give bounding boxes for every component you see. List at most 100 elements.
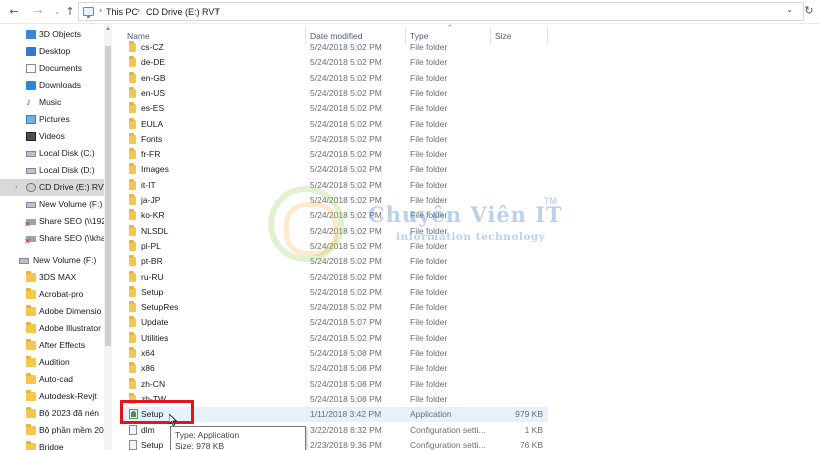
nav-item-local-disk-c[interactable]: Local Disk (C:) <box>0 145 104 162</box>
file-date-modified: 5/24/2018 5:02 PM <box>310 240 382 251</box>
file-type: File folder <box>410 363 448 374</box>
folder-icon <box>26 288 36 299</box>
file-date-modified: 5/24/2018 5:02 PM <box>310 225 382 236</box>
nav-item-folder[interactable]: Adobe Illustrator <box>0 320 104 337</box>
nav-item-local-disk-d[interactable]: Local Disk (D:) <box>0 162 104 179</box>
file-row[interactable]: ja-JP 5/24/2018 5:02 PM File folder <box>120 193 548 208</box>
file-row[interactable]: ko-KR 5/24/2018 5:02 PM File folder <box>120 208 548 223</box>
folder-icon <box>129 71 136 83</box>
file-date-modified: 5/24/2018 5:07 PM <box>310 317 382 328</box>
chevron-right-icon[interactable]: › <box>99 6 102 15</box>
file-row[interactable]: pl-PL 5/24/2018 5:02 PM File folder <box>120 239 548 254</box>
this-pc-icon <box>83 7 94 18</box>
file-type: Application <box>410 409 452 420</box>
nav-item-music[interactable]: ♪ Music <box>0 94 104 111</box>
nav-item-label: 3DS MAX <box>39 272 77 282</box>
folder-icon <box>129 209 136 221</box>
breadcrumb-this-pc[interactable]: This PC <box>106 7 138 17</box>
nav-item-share-seo-192[interactable]: Share SEO (\\192 <box>0 213 104 230</box>
nav-item-label: Videos <box>39 131 65 141</box>
file-row[interactable]: it-IT 5/24/2018 5:02 PM File folder <box>120 178 548 193</box>
file-date-modified: 5/24/2018 5:02 PM <box>310 332 382 343</box>
file-name: Fonts <box>141 133 163 144</box>
chevron-right-icon[interactable]: › <box>137 6 140 15</box>
file-name: Images <box>141 164 169 175</box>
nav-item-cd-drive-e[interactable]: › CD Drive (E:) RVT <box>0 179 104 196</box>
nav-item-folder[interactable]: Audition <box>0 354 104 371</box>
file-row[interactable]: Images 5/24/2018 5:02 PM File folder <box>120 162 548 177</box>
nav-scrollbar[interactable]: ▲ <box>104 24 112 450</box>
nav-item-folder[interactable]: Bộ phần mềm 20 <box>0 422 104 439</box>
file-row[interactable]: Update 5/24/2018 5:07 PM File folder <box>120 315 548 330</box>
forward-arrow-icon[interactable]: → <box>31 4 45 20</box>
file-name: fr-FR <box>141 149 161 160</box>
file-name: cs-CZ <box>141 42 164 52</box>
file-date-modified: 5/24/2018 5:02 PM <box>310 57 382 68</box>
network-drive-icon <box>24 233 36 247</box>
file-row[interactable]: x64 5/24/2018 5:08 PM File folder <box>120 346 548 361</box>
file-row[interactable]: es-ES 5/24/2018 5:02 PM File folder <box>120 101 548 116</box>
file-date-modified: 5/24/2018 5:02 PM <box>310 256 382 267</box>
nav-item-folder[interactable]: Bộ 2023 đã nén <box>0 405 104 422</box>
file-row[interactable]: pt-BR 5/24/2018 5:02 PM File folder <box>120 254 548 269</box>
file-row[interactable]: zh-TW 5/24/2018 5:08 PM File folder <box>120 392 548 407</box>
nav-item-folder[interactable]: Autodesk-Revjt <box>0 388 104 405</box>
nav-item-share-seo-kha[interactable]: Share SEO (\\kha <box>0 230 104 247</box>
expand-chevron-icon[interactable]: › <box>15 179 18 196</box>
file-row[interactable]: zh-CN 5/24/2018 5:08 PM File folder <box>120 377 548 392</box>
folder-icon <box>129 117 136 129</box>
nav-item-3d-objects[interactable]: 3D Objects <box>0 26 104 43</box>
file-row[interactable]: fr-FR 5/24/2018 5:02 PM File folder <box>120 147 548 162</box>
nav-item-pictures[interactable]: Pictures <box>0 111 104 128</box>
file-date-modified: 5/24/2018 5:08 PM <box>310 348 382 358</box>
nav-item-folder[interactable]: After Effects <box>0 337 104 354</box>
file-date-modified: 5/24/2018 5:02 PM <box>310 72 382 83</box>
breadcrumb-cd-drive[interactable]: CD Drive (E:) RVT <box>146 7 220 17</box>
file-date-modified: 5/24/2018 5:02 PM <box>310 210 382 221</box>
nav-item-label: Audition <box>39 357 70 367</box>
nav-item-folder[interactable]: Acrobat-pro <box>0 286 104 303</box>
file-row[interactable]: de-DE 5/24/2018 5:02 PM File folder <box>120 55 548 70</box>
file-row[interactable]: en-US 5/24/2018 5:02 PM File folder <box>120 86 548 101</box>
back-arrow-icon[interactable]: ← <box>7 4 21 20</box>
path-box[interactable]: › This PC › CD Drive (E:) RVT › ⌄ <box>78 2 804 21</box>
documents-icon <box>26 64 36 73</box>
navigation-pane: 3D Objects Desktop Documents Downloads ♪… <box>0 24 112 450</box>
file-row[interactable]: Utilities 5/24/2018 5:02 PM File folder <box>120 331 548 346</box>
address-dropdown-icon[interactable]: ⌄ <box>786 5 793 14</box>
nav-item-folder[interactable]: 3DS MAX <box>0 269 104 286</box>
folder-icon <box>26 407 36 418</box>
scroll-up-icon[interactable]: ▲ <box>105 26 111 32</box>
videos-icon <box>26 132 36 141</box>
file-row[interactable]: Setup 5/24/2018 5:02 PM File folder <box>120 285 548 300</box>
nav-item-folder[interactable]: Bridge <box>0 439 104 450</box>
network-drive-icon <box>24 216 36 230</box>
file-row[interactable]: ru-RU 5/24/2018 5:02 PM File folder <box>120 270 548 285</box>
up-arrow-icon[interactable]: ↑ <box>63 4 77 20</box>
file-row[interactable]: x86 5/24/2018 5:08 PM File folder <box>120 361 548 376</box>
nav-item-videos[interactable]: Videos <box>0 128 104 145</box>
nav-item-new-volume-f[interactable]: New Volume (F:) <box>0 196 104 213</box>
refresh-icon[interactable]: ↻ <box>802 3 816 19</box>
drive-icon <box>26 168 36 174</box>
nav-item-label: Bridge <box>39 442 64 450</box>
file-row[interactable]: NLSDL 5/24/2018 5:02 PM File folder <box>120 224 548 239</box>
file-row[interactable]: SetupRes 5/24/2018 5:02 PM File folder <box>120 300 548 315</box>
nav-item-new-volume-f-root[interactable]: New Volume (F:) <box>0 252 104 269</box>
file-name: Update <box>141 317 169 328</box>
file-row[interactable]: Fonts 5/24/2018 5:02 PM File folder <box>120 132 548 147</box>
file-row[interactable]: EULA 5/24/2018 5:02 PM File folder <box>120 117 548 132</box>
file-row[interactable]: cs-CZ 5/24/2018 5:02 PM File folder <box>120 40 548 55</box>
folder-icon <box>129 377 136 389</box>
nav-item-folder[interactable]: Auto-cad <box>0 371 104 388</box>
nav-item-documents[interactable]: Documents <box>0 60 104 77</box>
file-row[interactable]: Setup 1/11/2018 3:42 PM Application 979 KB <box>120 407 548 423</box>
nav-item-desktop[interactable]: Desktop <box>0 43 104 60</box>
file-row[interactable]: en-GB 5/24/2018 5:02 PM File folder <box>120 71 548 86</box>
nav-item-folder[interactable]: Adobe Dimensio <box>0 303 104 320</box>
file-type: File folder <box>410 332 448 343</box>
recent-locations-icon[interactable]: ⌄ <box>50 4 64 20</box>
chevron-right-icon[interactable]: › <box>216 6 219 15</box>
scroll-thumb[interactable] <box>105 46 111 346</box>
nav-item-downloads[interactable]: Downloads <box>0 77 104 94</box>
